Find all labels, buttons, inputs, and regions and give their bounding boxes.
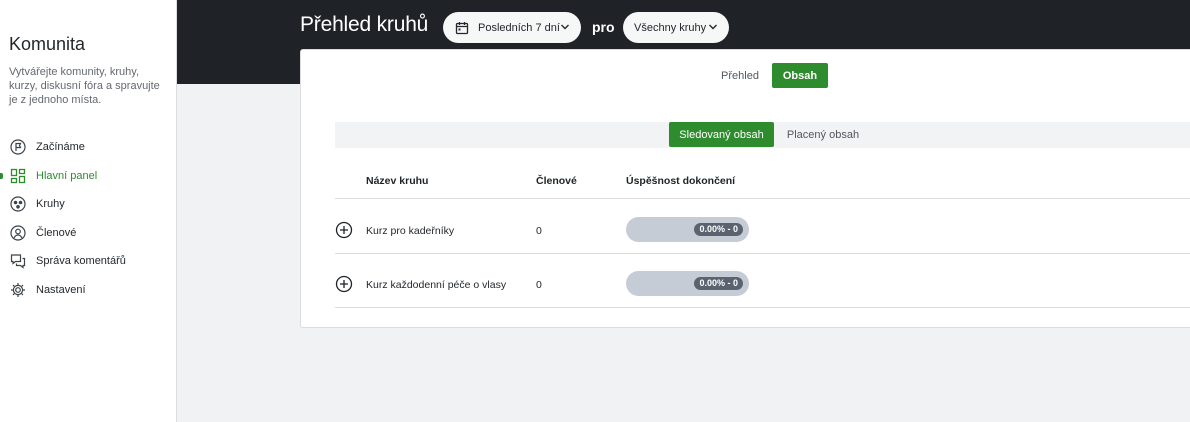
sidebar-item-label: Kruhy [36, 198, 65, 211]
connector-text: pro [592, 19, 615, 35]
circle-members: 0 [536, 225, 542, 237]
plus-circle-icon [335, 275, 353, 293]
column-header-members: Členové [536, 175, 577, 187]
table-header-divider [335, 198, 1190, 199]
sidebar-item-getting-started[interactable]: Začínáme [0, 133, 177, 162]
circle-members: 0 [536, 279, 542, 291]
calendar-icon [455, 21, 469, 34]
sidebar-item-circles[interactable]: Kruhy [0, 190, 177, 219]
date-range-label: Posledních 7 dní [478, 21, 560, 34]
completion-badge: 0.00% - 0 [694, 277, 743, 290]
subtab-tracked-content[interactable]: Sledovaný obsah [669, 122, 774, 147]
row-divider [335, 253, 1190, 254]
tab-overview[interactable]: Přehled [715, 63, 765, 88]
sidebar-item-dashboard[interactable]: Hlavní panel [0, 162, 177, 191]
page-title: Přehled kruhů [300, 13, 429, 36]
expand-row-button[interactable] [335, 275, 353, 293]
user-circle-icon [10, 225, 26, 241]
gear-icon [10, 282, 26, 298]
completion-badge: 0.00% - 0 [694, 223, 743, 236]
flag-circle-icon [10, 139, 26, 155]
sidebar-description: Vytvářejte komunity, kruhy, kurzy, disku… [9, 66, 160, 106]
circle-name: Kurz pro kadeřníky [366, 225, 455, 237]
circles-dropdown-label: Všechny kruhy [634, 21, 707, 34]
sidebar-item-label: Hlavní panel [36, 169, 98, 182]
row-divider [335, 307, 1190, 308]
chevron-down-icon [709, 24, 717, 30]
tab-content[interactable]: Obsah [772, 63, 828, 88]
dashboard-icon [10, 168, 26, 184]
expand-row-button[interactable] [335, 221, 353, 239]
sidebar-nav: Začínáme Hlavní panel Kruhy Členové Sprá… [0, 133, 177, 304]
sidebar-item-label: Začínáme [36, 141, 85, 154]
content-card: Přehled Obsah Sledovaný obsah Placený ob… [300, 49, 1190, 328]
comments-icon [10, 253, 26, 269]
date-range-dropdown[interactable]: Posledních 7 dní [443, 12, 581, 43]
circles-dropdown[interactable]: Všechny kruhy [623, 12, 729, 43]
sidebar-item-label: Členové [36, 226, 77, 239]
completion-bar: 0.00% - 0 [626, 271, 749, 296]
sidebar-title: Komunita [9, 34, 86, 54]
circle-name: Kurz každodenní péče o vlasy [366, 279, 507, 291]
sidebar: Komunita Vytvářejte komunity, kruhy, kur… [0, 0, 177, 422]
plus-circle-icon [335, 221, 353, 239]
circles-icon [10, 196, 26, 212]
sidebar-item-label: Nastavení [36, 283, 86, 296]
column-header-name: Název kruhu [366, 175, 429, 187]
chevron-down-icon [561, 24, 569, 30]
sidebar-item-label: Správa komentářů [36, 255, 126, 268]
subtab-paid-content[interactable]: Placený obsah [783, 122, 863, 147]
sidebar-item-comments[interactable]: Správa komentářů [0, 247, 177, 276]
completion-bar: 0.00% - 0 [626, 217, 749, 242]
sidebar-item-members[interactable]: Členové [0, 219, 177, 248]
sidebar-item-settings[interactable]: Nastavení [0, 276, 177, 305]
subtab-bar: Sledovaný obsah Placený obsah [335, 122, 1190, 148]
column-header-completion: Úspěšnost dokončení [626, 175, 736, 187]
